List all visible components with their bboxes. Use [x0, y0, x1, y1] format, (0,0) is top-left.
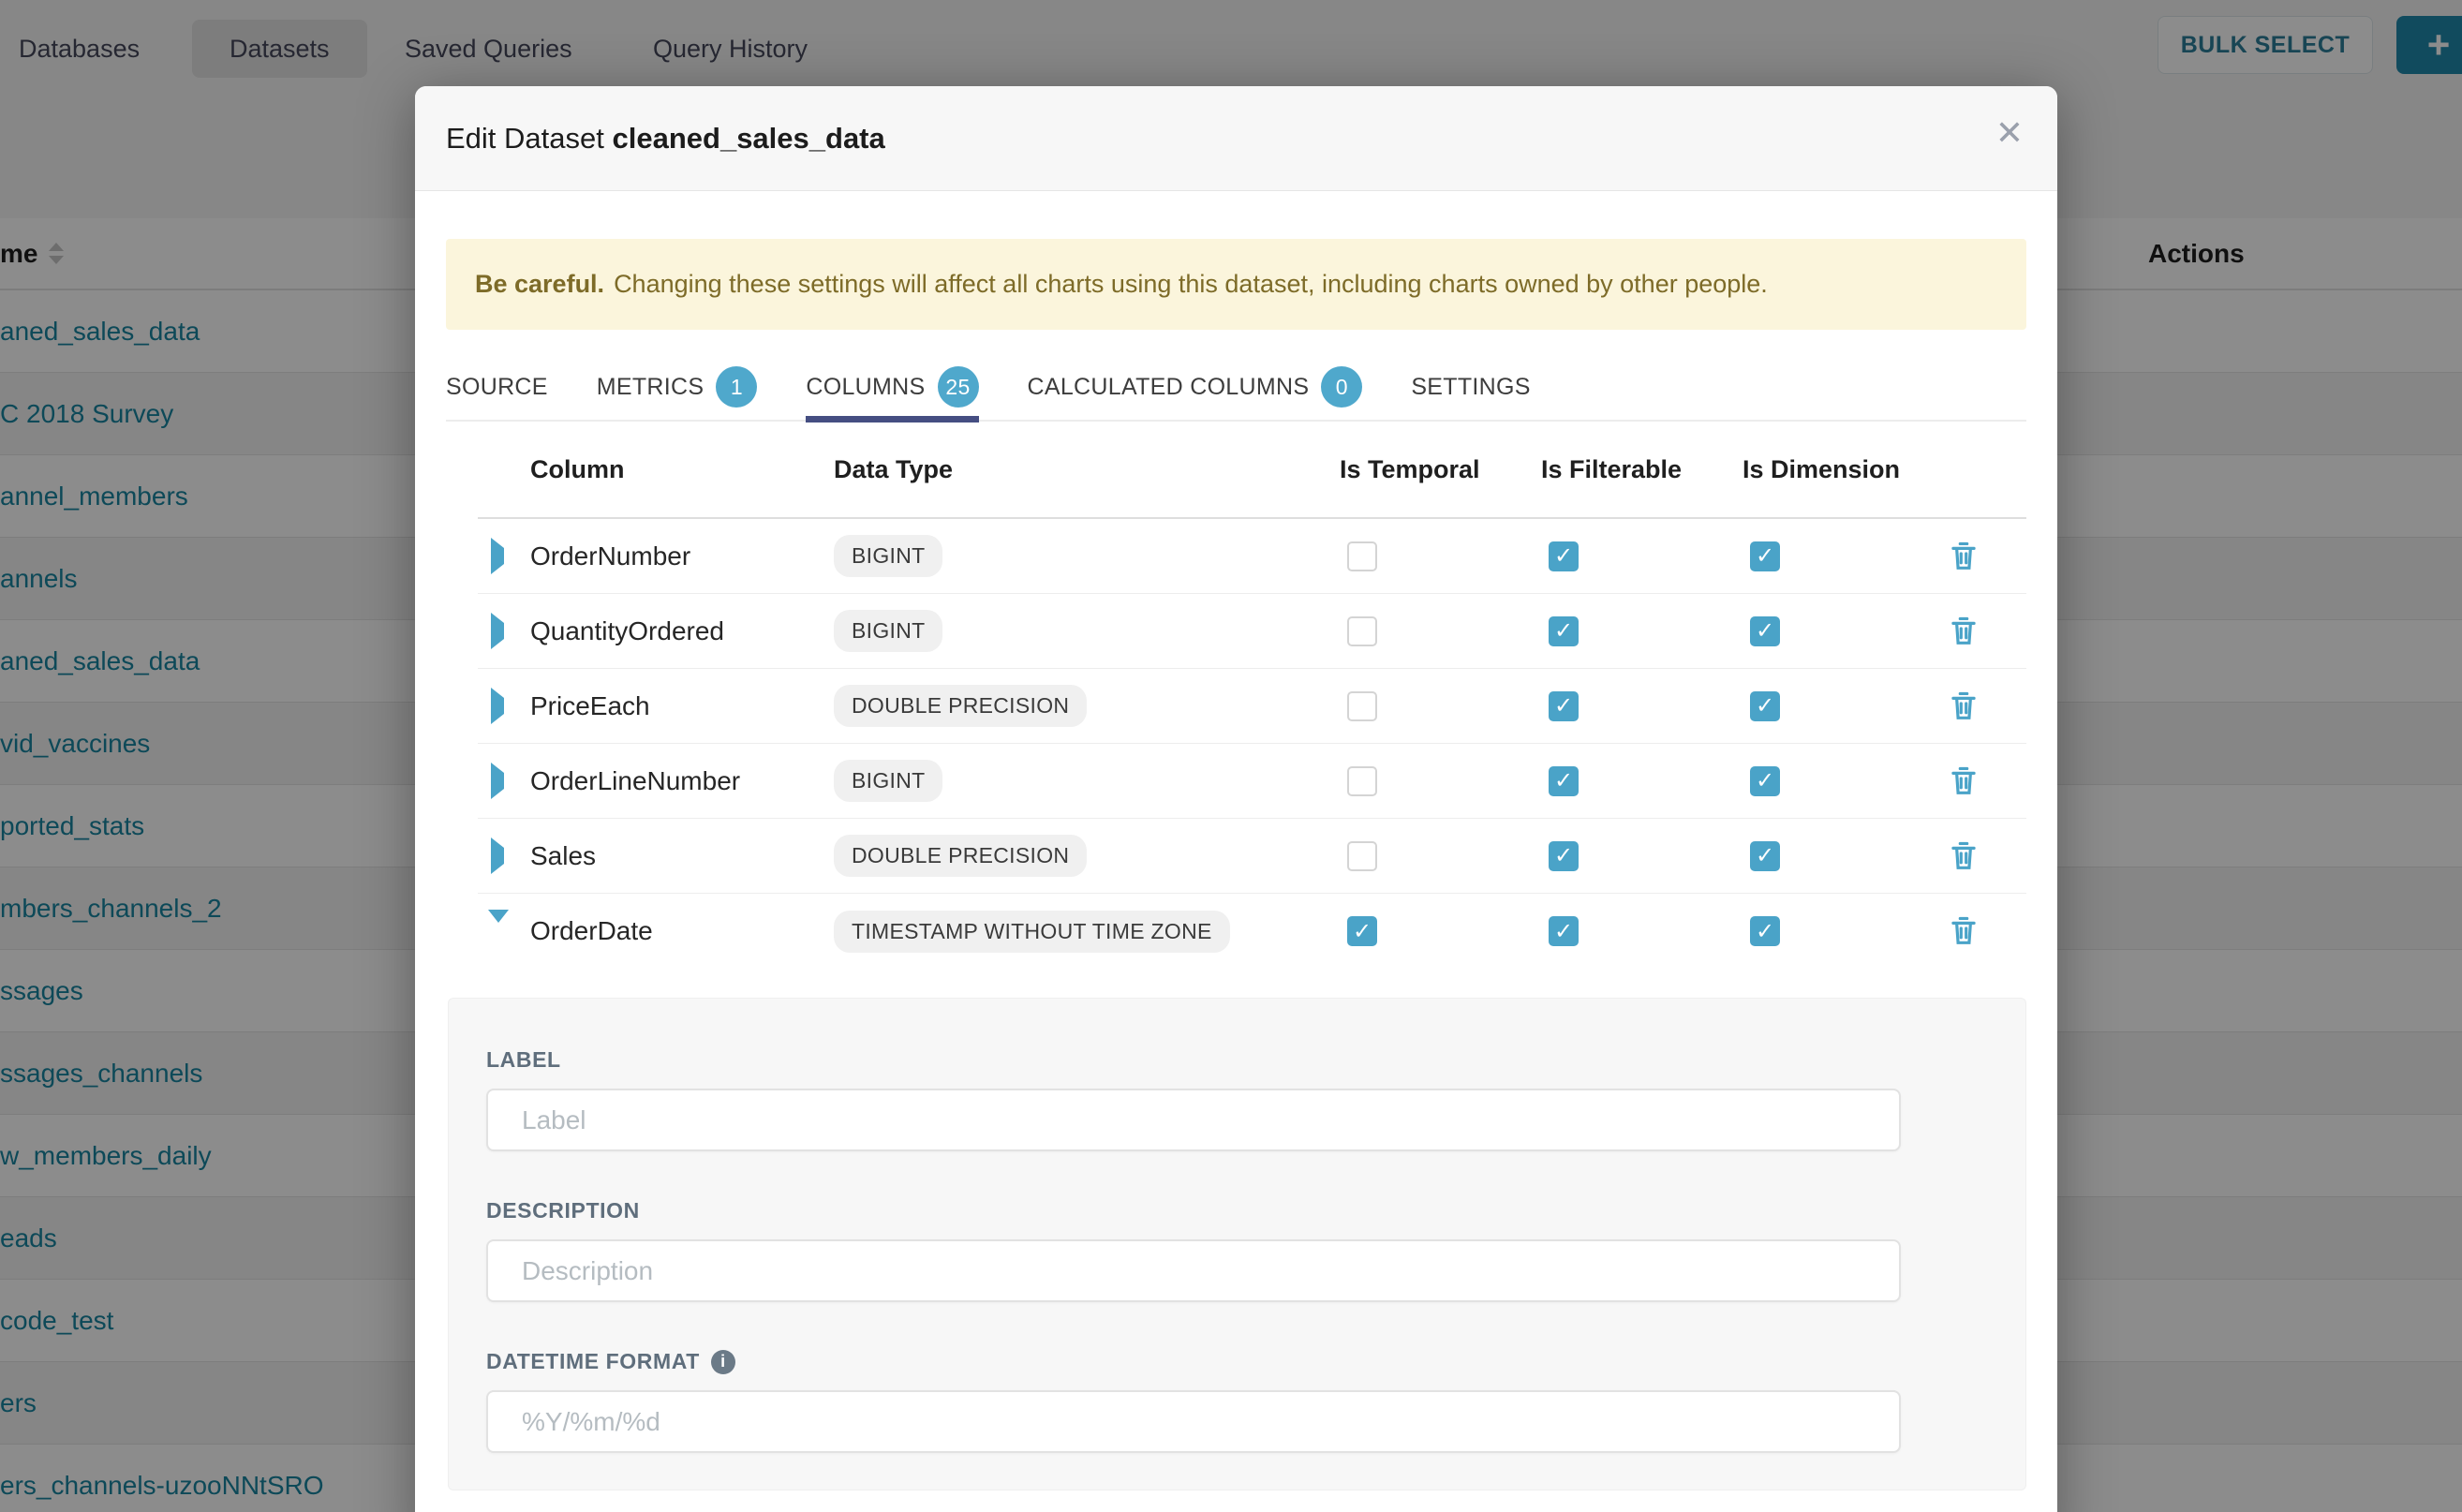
- column-name: OrderLineNumber: [530, 766, 834, 796]
- warning-text: Changing these settings will affect all …: [614, 270, 1768, 299]
- label-input[interactable]: [486, 1089, 1901, 1151]
- calculated-columns-count-badge: 0: [1321, 366, 1362, 408]
- is-dimension-checkbox[interactable]: ✓: [1750, 916, 1780, 946]
- datasets-page: Databases Datasets Saved Queries Query H…: [0, 0, 2462, 1512]
- expand-caret-icon[interactable]: [478, 548, 530, 565]
- data-type-pill: BIGINT: [834, 535, 942, 577]
- is-temporal-checkbox[interactable]: [1347, 541, 1377, 571]
- description-field-label: DESCRIPTION: [486, 1198, 1988, 1223]
- column-name: OrderDate: [530, 916, 834, 946]
- expand-caret-icon[interactable]: [478, 773, 530, 790]
- tab-settings[interactable]: SETTINGS: [1411, 353, 1530, 421]
- expand-caret-icon[interactable]: [478, 848, 530, 865]
- delete-column-icon[interactable]: [1950, 841, 2026, 871]
- close-icon[interactable]: ✕: [1995, 116, 2024, 150]
- is-temporal-checkbox[interactable]: [1347, 766, 1377, 796]
- edit-dataset-modal: Edit Dataset cleaned_sales_data ✕ Be car…: [415, 86, 2057, 1512]
- is-temporal-checkbox[interactable]: [1347, 691, 1377, 721]
- delete-column-icon[interactable]: [1950, 766, 2026, 796]
- is-temporal-checkbox[interactable]: [1347, 616, 1377, 646]
- is-dimension-checkbox[interactable]: ✓: [1750, 691, 1780, 721]
- column-name: Sales: [530, 841, 834, 871]
- column-name: OrderNumber: [530, 541, 834, 571]
- is-temporal-checkbox[interactable]: ✓: [1347, 916, 1377, 946]
- header-is-temporal: Is Temporal: [1340, 455, 1541, 484]
- metrics-count-badge: 1: [716, 366, 757, 408]
- header-is-dimension: Is Dimension: [1743, 455, 1944, 484]
- column-row: PriceEach DOUBLE PRECISION ✓ ✓: [478, 669, 2026, 744]
- data-type-pill: DOUBLE PRECISION: [834, 685, 1087, 727]
- is-filterable-checkbox[interactable]: ✓: [1549, 916, 1579, 946]
- delete-column-icon[interactable]: [1950, 541, 2026, 571]
- column-name: QuantityOrdered: [530, 616, 834, 646]
- delete-column-icon[interactable]: [1950, 691, 2026, 721]
- datetime-format-field-label: DATETIME FORMAT i: [486, 1349, 1988, 1374]
- is-temporal-checkbox[interactable]: [1347, 841, 1377, 871]
- modal-title-dataset-name: cleaned_sales_data: [613, 122, 885, 155]
- column-name: PriceEach: [530, 691, 834, 721]
- modal-tabs: SOURCE METRICS1 COLUMNS25 CALCULATED COL…: [446, 354, 2026, 422]
- modal-body: Be careful. Changing these settings will…: [415, 239, 2057, 1490]
- data-type-pill: DOUBLE PRECISION: [834, 835, 1087, 877]
- warning-bold-text: Be careful.: [475, 270, 604, 299]
- data-type-pill: TIMESTAMP WITHOUT TIME ZONE: [834, 911, 1230, 953]
- expand-caret-icon[interactable]: [478, 923, 530, 940]
- header-data-type: Data Type: [834, 455, 1340, 484]
- is-filterable-checkbox[interactable]: ✓: [1549, 841, 1579, 871]
- description-input[interactable]: [486, 1239, 1901, 1302]
- header-is-filterable: Is Filterable: [1541, 455, 1743, 484]
- column-row: OrderNumber BIGINT ✓ ✓: [478, 519, 2026, 594]
- tab-columns[interactable]: COLUMNS25: [806, 353, 978, 421]
- info-icon[interactable]: i: [711, 1350, 735, 1374]
- columns-table-header: Column Data Type Is Temporal Is Filterab…: [478, 422, 2026, 519]
- modal-title: Edit Dataset cleaned_sales_data: [446, 122, 885, 156]
- column-row: QuantityOrdered BIGINT ✓ ✓: [478, 594, 2026, 669]
- is-filterable-checkbox[interactable]: ✓: [1549, 541, 1579, 571]
- columns-table: Column Data Type Is Temporal Is Filterab…: [478, 422, 2026, 969]
- is-dimension-checkbox[interactable]: ✓: [1750, 841, 1780, 871]
- is-dimension-checkbox[interactable]: ✓: [1750, 766, 1780, 796]
- is-filterable-checkbox[interactable]: ✓: [1549, 691, 1579, 721]
- delete-column-icon[interactable]: [1950, 916, 2026, 946]
- column-row: OrderLineNumber BIGINT ✓ ✓: [478, 744, 2026, 819]
- datetime-format-input[interactable]: [486, 1390, 1901, 1453]
- is-dimension-checkbox[interactable]: ✓: [1750, 616, 1780, 646]
- warning-banner: Be careful. Changing these settings will…: [446, 239, 2026, 330]
- delete-column-icon[interactable]: [1950, 616, 2026, 646]
- is-filterable-checkbox[interactable]: ✓: [1549, 616, 1579, 646]
- modal-header: Edit Dataset cleaned_sales_data ✕: [415, 86, 2057, 191]
- modal-title-prefix: Edit Dataset: [446, 122, 604, 155]
- tab-calculated-columns[interactable]: CALCULATED COLUMNS0: [1028, 353, 1363, 421]
- tab-metrics[interactable]: METRICS1: [597, 353, 758, 421]
- data-type-pill: BIGINT: [834, 760, 942, 802]
- is-filterable-checkbox[interactable]: ✓: [1549, 766, 1579, 796]
- header-column: Column: [530, 455, 834, 484]
- label-field-label: LABEL: [486, 1047, 1988, 1073]
- column-row: OrderDate TIMESTAMP WITHOUT TIME ZONE ✓ …: [478, 894, 2026, 969]
- data-type-pill: BIGINT: [834, 610, 942, 652]
- columns-table-body: OrderNumber BIGINT ✓ ✓ QuantityOrdered B…: [478, 519, 2026, 969]
- column-detail-panel: LABEL DESCRIPTION DATETIME FORMAT i: [448, 998, 2026, 1490]
- expand-caret-icon[interactable]: [478, 698, 530, 715]
- expand-caret-icon[interactable]: [478, 623, 530, 640]
- is-dimension-checkbox[interactable]: ✓: [1750, 541, 1780, 571]
- tab-source[interactable]: SOURCE: [446, 353, 548, 421]
- columns-count-badge: 25: [938, 366, 979, 408]
- column-row: Sales DOUBLE PRECISION ✓ ✓: [478, 819, 2026, 894]
